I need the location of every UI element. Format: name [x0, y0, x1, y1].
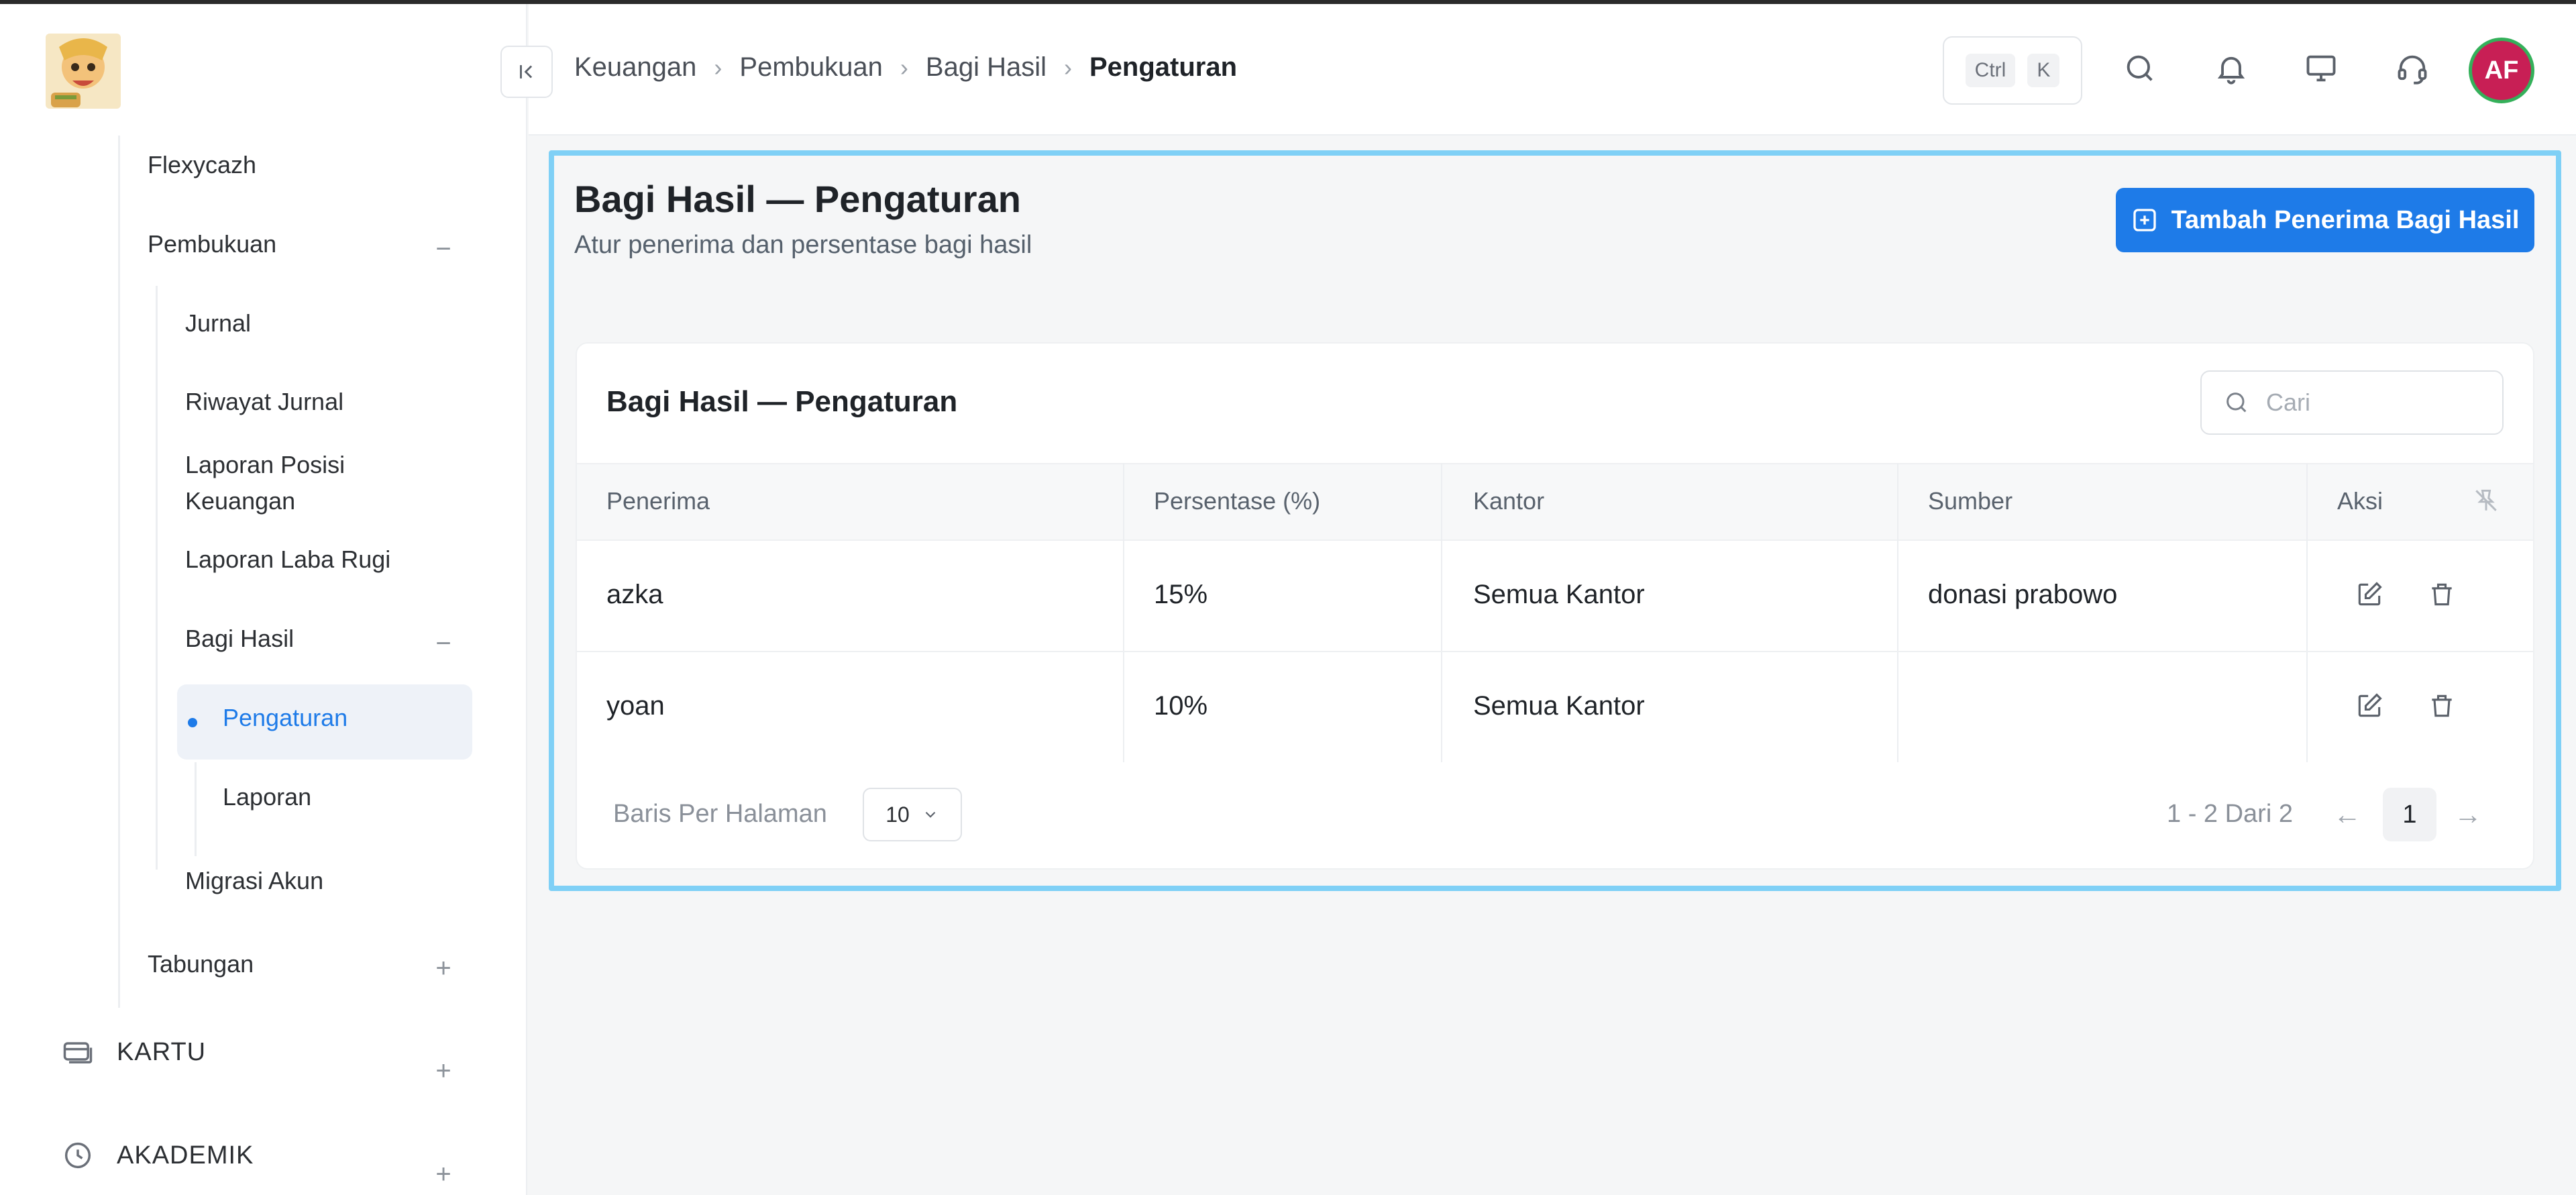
sidebar-section-label: KARTU — [117, 1037, 207, 1066]
table-search[interactable] — [2200, 370, 2504, 435]
column-header-penerima[interactable]: Penerima — [606, 487, 710, 515]
bell-icon[interactable] — [2211, 48, 2251, 89]
collapse-minus-icon[interactable]: − — [433, 236, 453, 262]
pagination-range: 1 - 2 Dari 2 — [2167, 800, 2293, 828]
cell-sumber: donasi prabowo — [1928, 580, 2118, 609]
next-page-arrow-icon[interactable]: → — [2454, 798, 2482, 831]
table-header — [577, 463, 2533, 541]
sidebar-item-laporan-posisi-keuangan[interactable]: Laporan Posisi Keuangan — [185, 447, 413, 519]
search-icon[interactable] — [2120, 48, 2160, 89]
active-dot-icon — [188, 718, 197, 727]
logo-image — [46, 34, 121, 109]
collapse-left-icon — [520, 65, 533, 79]
sidebar: Flexycazh Pembukuan − Jurnal Riwayat Jur… — [0, 4, 527, 1195]
cell-penerima: yoan — [606, 691, 665, 721]
cell-kantor: Semua Kantor — [1473, 580, 1645, 609]
add-recipient-button[interactable]: Tambah Penerima Bagi Hasil — [2116, 188, 2534, 252]
monitor-icon[interactable] — [2301, 48, 2341, 89]
sidebar-item-riwayat-jurnal[interactable]: Riwayat Jurnal — [185, 384, 343, 420]
chevron-down-icon — [925, 811, 936, 818]
column-header-kantor[interactable]: Kantor — [1473, 487, 1544, 515]
cell-penerima: azka — [606, 580, 663, 609]
sidebar-item-flexycazh[interactable]: Flexycazh — [148, 147, 256, 183]
breadcrumb-item[interactable]: Pembukuan — [739, 52, 882, 83]
sidebar-item-pembukuan[interactable]: Pembukuan — [148, 226, 276, 262]
rows-per-page-label: Baris Per Halaman — [613, 800, 827, 828]
search-icon — [2226, 393, 2247, 413]
sidebar-item-pengaturan[interactable]: Pengaturan — [223, 700, 347, 736]
sidebar-section-label: AKADEMIK — [117, 1141, 254, 1170]
menu-tree-line — [118, 136, 120, 1008]
breadcrumb-item[interactable]: Bagi Hasil — [926, 52, 1046, 83]
kbd-k: K — [2027, 54, 2060, 87]
rows-per-page-select[interactable]: 10 — [863, 788, 962, 841]
sidebar-item-jurnal[interactable]: Jurnal — [185, 305, 251, 342]
plus-square-icon — [2133, 209, 2156, 231]
trash-icon[interactable] — [2426, 690, 2458, 722]
search-input[interactable] — [2266, 388, 2481, 417]
breadcrumb-item[interactable]: Keuangan — [574, 52, 696, 83]
chevron-right-icon: › — [900, 53, 908, 81]
column-header-aksi: Aksi — [2337, 487, 2383, 515]
table-title: Bagi Hasil — Pengaturan — [606, 385, 958, 418]
menu-tree-line — [156, 286, 158, 870]
expand-plus-icon[interactable]: + — [433, 1057, 453, 1084]
kbd-ctrl: Ctrl — [1965, 54, 2016, 87]
headset-icon[interactable] — [2392, 48, 2432, 89]
sidebar-item-laporan[interactable]: Laporan — [223, 779, 311, 815]
command-palette-shortcut[interactable]: Ctrl K — [1943, 36, 2082, 105]
expand-plus-icon[interactable]: + — [433, 1161, 453, 1188]
collapse-sidebar-button[interactable] — [500, 46, 553, 98]
page-number-current[interactable]: 1 — [2383, 788, 2436, 841]
academic-icon — [64, 1142, 91, 1169]
add-recipient-button-label: Tambah Penerima Bagi Hasil — [2171, 205, 2520, 234]
sidebar-item-bagi-hasil[interactable]: Bagi Hasil — [185, 621, 294, 657]
sidebar-item-tabungan[interactable]: Tabungan — [148, 946, 254, 982]
cell-persentase: 15% — [1154, 580, 1208, 609]
cell-persentase: 10% — [1154, 691, 1208, 721]
sidebar-section-kartu[interactable]: KARTU — [60, 1035, 206, 1070]
unpin-column-icon[interactable] — [2470, 484, 2502, 517]
cell-kantor: Semua Kantor — [1473, 691, 1645, 721]
edit-icon[interactable] — [2353, 690, 2385, 722]
column-header-sumber[interactable]: Sumber — [1928, 487, 2012, 515]
chevron-right-icon: › — [714, 53, 722, 81]
page-title: Bagi Hasil — Pengaturan — [574, 178, 1021, 220]
sidebar-item-migrasi-akun[interactable]: Migrasi Akun — [185, 863, 323, 899]
page-subtitle: Atur penerima dan persentase bagi hasil — [574, 231, 1032, 259]
column-header-persentase[interactable]: Persentase (%) — [1154, 487, 1320, 515]
app-logo[interactable] — [46, 34, 121, 109]
menu-tree-line — [195, 762, 197, 856]
edit-icon[interactable] — [2353, 578, 2385, 611]
sidebar-item-laporan-laba-rugi[interactable]: Laporan Laba Rugi — [185, 541, 390, 578]
chevron-right-icon: › — [1063, 53, 1072, 81]
collapse-minus-icon[interactable]: − — [433, 630, 453, 657]
trash-icon[interactable] — [2426, 578, 2458, 611]
breadcrumb: Keuangan › Pembukuan › Bagi Hasil › Peng… — [574, 52, 1237, 83]
sidebar-section-akademik[interactable]: AKADEMIK — [60, 1138, 254, 1173]
card-icon — [63, 1042, 93, 1063]
expand-plus-icon[interactable]: + — [433, 955, 453, 982]
breadcrumb-current: Pengaturan — [1089, 52, 1238, 82]
prev-page-arrow-icon[interactable]: ← — [2333, 798, 2361, 831]
rows-per-page-value: 10 — [885, 802, 910, 827]
user-avatar[interactable]: AF — [2469, 38, 2534, 103]
